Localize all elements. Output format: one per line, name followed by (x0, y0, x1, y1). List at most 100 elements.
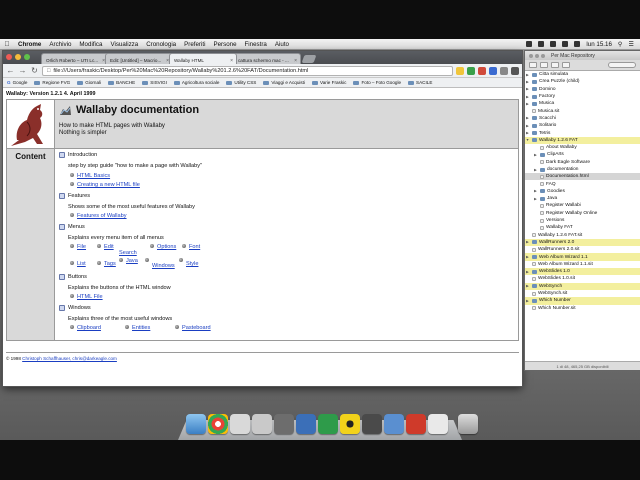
finder-row[interactable]: ▶ WallRunners 2.0 (525, 238, 640, 247)
finder-search-input[interactable] (608, 62, 636, 68)
menu-persone[interactable]: Persone (209, 41, 240, 48)
close-tab-icon[interactable]: × (230, 58, 233, 64)
link-pasteboard[interactable]: Pasteboard (182, 325, 211, 331)
view-icon[interactable] (551, 62, 559, 68)
disclosure-triangle-icon[interactable]: ▶ (533, 197, 538, 201)
disclosure-triangle-icon[interactable]: ▶ (525, 80, 530, 84)
link-edit[interactable]: Edit (104, 244, 114, 250)
tab-orlich[interactable]: Orlich Roberto – UTI Lc... × (41, 53, 109, 64)
close-window-icon[interactable] (529, 53, 533, 58)
status-icon[interactable] (538, 41, 545, 47)
minimize-window-icon[interactable] (535, 53, 539, 58)
back-icon[interactable] (529, 62, 537, 68)
menu-aiuto[interactable]: Aiuto (271, 41, 293, 48)
disclosure-triangle-icon[interactable]: ▶ (525, 284, 530, 288)
disclosure-triangle-icon[interactable]: ▶ (525, 240, 530, 244)
finder-row[interactable]: ▶ WebSynch (525, 282, 640, 290)
acrobat-icon[interactable] (406, 414, 426, 434)
disclosure-triangle-icon[interactable]: ▶ (525, 255, 530, 259)
link-style[interactable]: Style (186, 261, 198, 267)
bookmark-google[interactable]: G Google (7, 80, 27, 85)
word-icon[interactable] (296, 414, 316, 434)
bookmark-viaggi[interactable]: Viaggi e Acquisti (263, 80, 305, 85)
disclosure-triangle-icon[interactable]: ▶ (533, 189, 538, 193)
status-icon[interactable] (526, 41, 533, 47)
disclosure-triangle-icon[interactable]: ▶ (525, 73, 530, 77)
app-icon[interactable] (384, 414, 404, 434)
disclosure-triangle-icon[interactable]: ▶ (525, 131, 530, 135)
disclosure-triangle-icon[interactable]: ▶ (525, 116, 530, 120)
close-tab-icon[interactable]: × (294, 58, 297, 64)
finder-row[interactable]: Wallaby 1.2.6 FAT.sit (525, 232, 640, 239)
image-capture-icon[interactable] (230, 414, 250, 434)
disclosure-triangle-icon[interactable]: ▶ (533, 168, 538, 172)
document-icon[interactable] (428, 414, 448, 434)
bookmark-sacile[interactable]: SACILE (408, 80, 432, 85)
finder-row[interactable]: ▶ Scacchi (525, 115, 640, 122)
page-info-icon[interactable]: □ (47, 68, 50, 74)
finder-row[interactable]: ▶ Web Album Wizard 1.1 (525, 253, 640, 261)
finder-row[interactable]: ▶ WebSlides 1.0 (525, 268, 640, 276)
apple-menu-icon[interactable]:  (0, 41, 14, 48)
trash-icon[interactable] (458, 414, 478, 434)
forward-icon[interactable]: → (18, 66, 27, 75)
extension-icon[interactable] (467, 66, 475, 75)
finder-row[interactable]: Web Album Wizard 1.1.sit (525, 261, 640, 268)
link-html-file[interactable]: HTML File (77, 294, 103, 300)
link-entities[interactable]: Entities (132, 325, 150, 331)
finder-row[interactable]: WallRunners 2.0.sit (525, 246, 640, 253)
finder-icon[interactable] (186, 414, 206, 434)
footer-author-link[interactable]: Christoph Schaffhauser, chris@darkeagle.… (22, 356, 117, 361)
link-search[interactable]: Search (119, 250, 137, 256)
link-font[interactable]: Font (189, 244, 200, 250)
address-bar[interactable]: □ file:///Users/fraskic/Desktop/Per%20Ma… (42, 65, 453, 76)
bookmark-regione-fvg[interactable]: Regione FVG (34, 80, 70, 85)
disclosure-triangle-icon[interactable]: ▶ (525, 270, 530, 274)
volume-icon[interactable] (562, 41, 569, 47)
back-icon[interactable]: ← (6, 66, 15, 75)
menu-cronologia[interactable]: Cronologia (142, 41, 180, 48)
gear-icon[interactable] (562, 62, 570, 68)
finder-row[interactable]: ▶ Tetris (525, 129, 640, 136)
menu-preferiti[interactable]: Preferiti (180, 41, 209, 48)
new-tab-button[interactable] (301, 55, 317, 63)
bookmark-giornali[interactable]: Giornali (77, 80, 101, 85)
link-windows[interactable]: Windows (152, 263, 175, 269)
extension-icon[interactable] (489, 66, 497, 75)
finder-row[interactable]: Versions (525, 217, 640, 224)
extension-icon[interactable] (500, 66, 508, 75)
finder-row[interactable]: ▼ Wallaby 1.2.6 FAT (525, 136, 640, 144)
disclosure-triangle-icon[interactable]: ▶ (525, 124, 530, 128)
finder-row[interactable]: Documentation.html (525, 173, 640, 181)
finder-row[interactable]: Musica.sit (525, 107, 640, 114)
wifi-icon[interactable] (550, 41, 557, 47)
disclosure-triangle-icon[interactable]: ▶ (525, 95, 530, 99)
link-tags[interactable]: Tags (104, 261, 116, 267)
minimize-window-icon[interactable] (15, 54, 21, 60)
finder-row[interactable]: Register Wallaby Online (525, 210, 640, 217)
link-options[interactable]: Options (157, 244, 176, 250)
menu-finestra[interactable]: Finestra (241, 41, 271, 48)
finder-row[interactable]: ▶ Goodies (525, 188, 640, 195)
bookmark-sisvigi[interactable]: SISVIGI (142, 80, 167, 85)
finder-row[interactable]: ▶ Domino (525, 86, 640, 93)
link-clipboard[interactable]: Clipboard (77, 325, 101, 331)
spotlight-icon[interactable]: ⚲ (618, 41, 623, 48)
extension-icon[interactable] (478, 66, 486, 75)
menu-app-name[interactable]: Chrome (14, 41, 45, 48)
finder-row[interactable]: ▶ Crea Puzzle (child) (525, 78, 640, 85)
finder-row[interactable]: Dark Eagle Software (525, 159, 640, 166)
disclosure-triangle-icon[interactable]: ▼ (525, 138, 530, 142)
radioactive-app-icon[interactable] (340, 414, 360, 434)
finder-row[interactable]: ▶ Musica (525, 100, 640, 107)
link-file[interactable]: File (77, 244, 86, 250)
chrome-icon[interactable] (208, 414, 228, 434)
menu-visualizza[interactable]: Visualizza (106, 41, 142, 48)
finder-row[interactable]: ▶ Solitario (525, 122, 640, 129)
bookmark-utility-css[interactable]: Utility CSS (226, 80, 256, 85)
link-java[interactable]: Java (126, 258, 138, 264)
finder-row[interactable]: Register Wallabi (525, 202, 640, 209)
bookmark-foto[interactable]: Foto – Foto Google (353, 80, 401, 85)
disclosure-triangle-icon[interactable]: ▶ (525, 87, 530, 91)
finder-row[interactable]: About Wallaby (525, 144, 640, 151)
